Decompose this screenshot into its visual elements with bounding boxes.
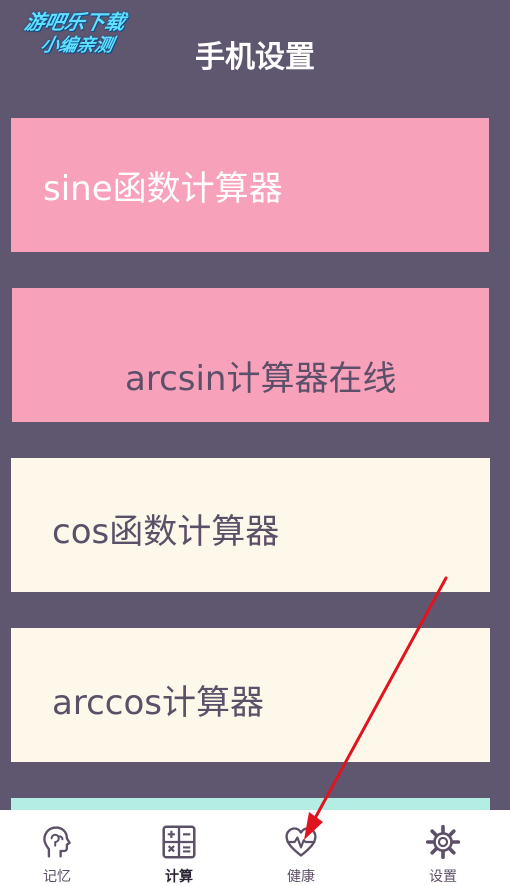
card-sine-calculator[interactable]: sine函数计算器 (11, 118, 489, 252)
card-label: cos函数计算器 (52, 511, 280, 552)
tab-label: 设置 (429, 869, 457, 885)
card-label: arcsin计算器在线 (125, 358, 397, 399)
tab-memory[interactable]: 记忆 (12, 810, 102, 886)
tab-label: 计算 (165, 869, 193, 885)
card-arccos-calculator[interactable]: arccos计算器 (11, 628, 490, 762)
tab-health[interactable]: 健康 (256, 810, 346, 886)
card-cos-calculator[interactable]: cos函数计算器 (11, 458, 490, 592)
gear-icon (425, 824, 461, 860)
bottom-tab-bar: 记忆 计算 健康 设置 (0, 810, 510, 886)
page-title: 手机设置 (195, 40, 315, 75)
card-label: arccos计算器 (52, 682, 264, 723)
heart-pulse-icon (285, 827, 317, 857)
card-label: sine函数计算器 (43, 168, 283, 209)
watermark-line1: 游吧乐下载 (22, 10, 128, 34)
tab-label: 健康 (287, 869, 315, 885)
card-arcsin-calculator[interactable]: arcsin计算器在线 (12, 288, 489, 422)
tab-calculate[interactable]: 计算 (134, 810, 224, 886)
head-brain-icon (43, 826, 71, 858)
tab-settings[interactable]: 设置 (398, 810, 488, 886)
calculator-icon (162, 825, 196, 859)
tab-label: 记忆 (43, 869, 71, 885)
